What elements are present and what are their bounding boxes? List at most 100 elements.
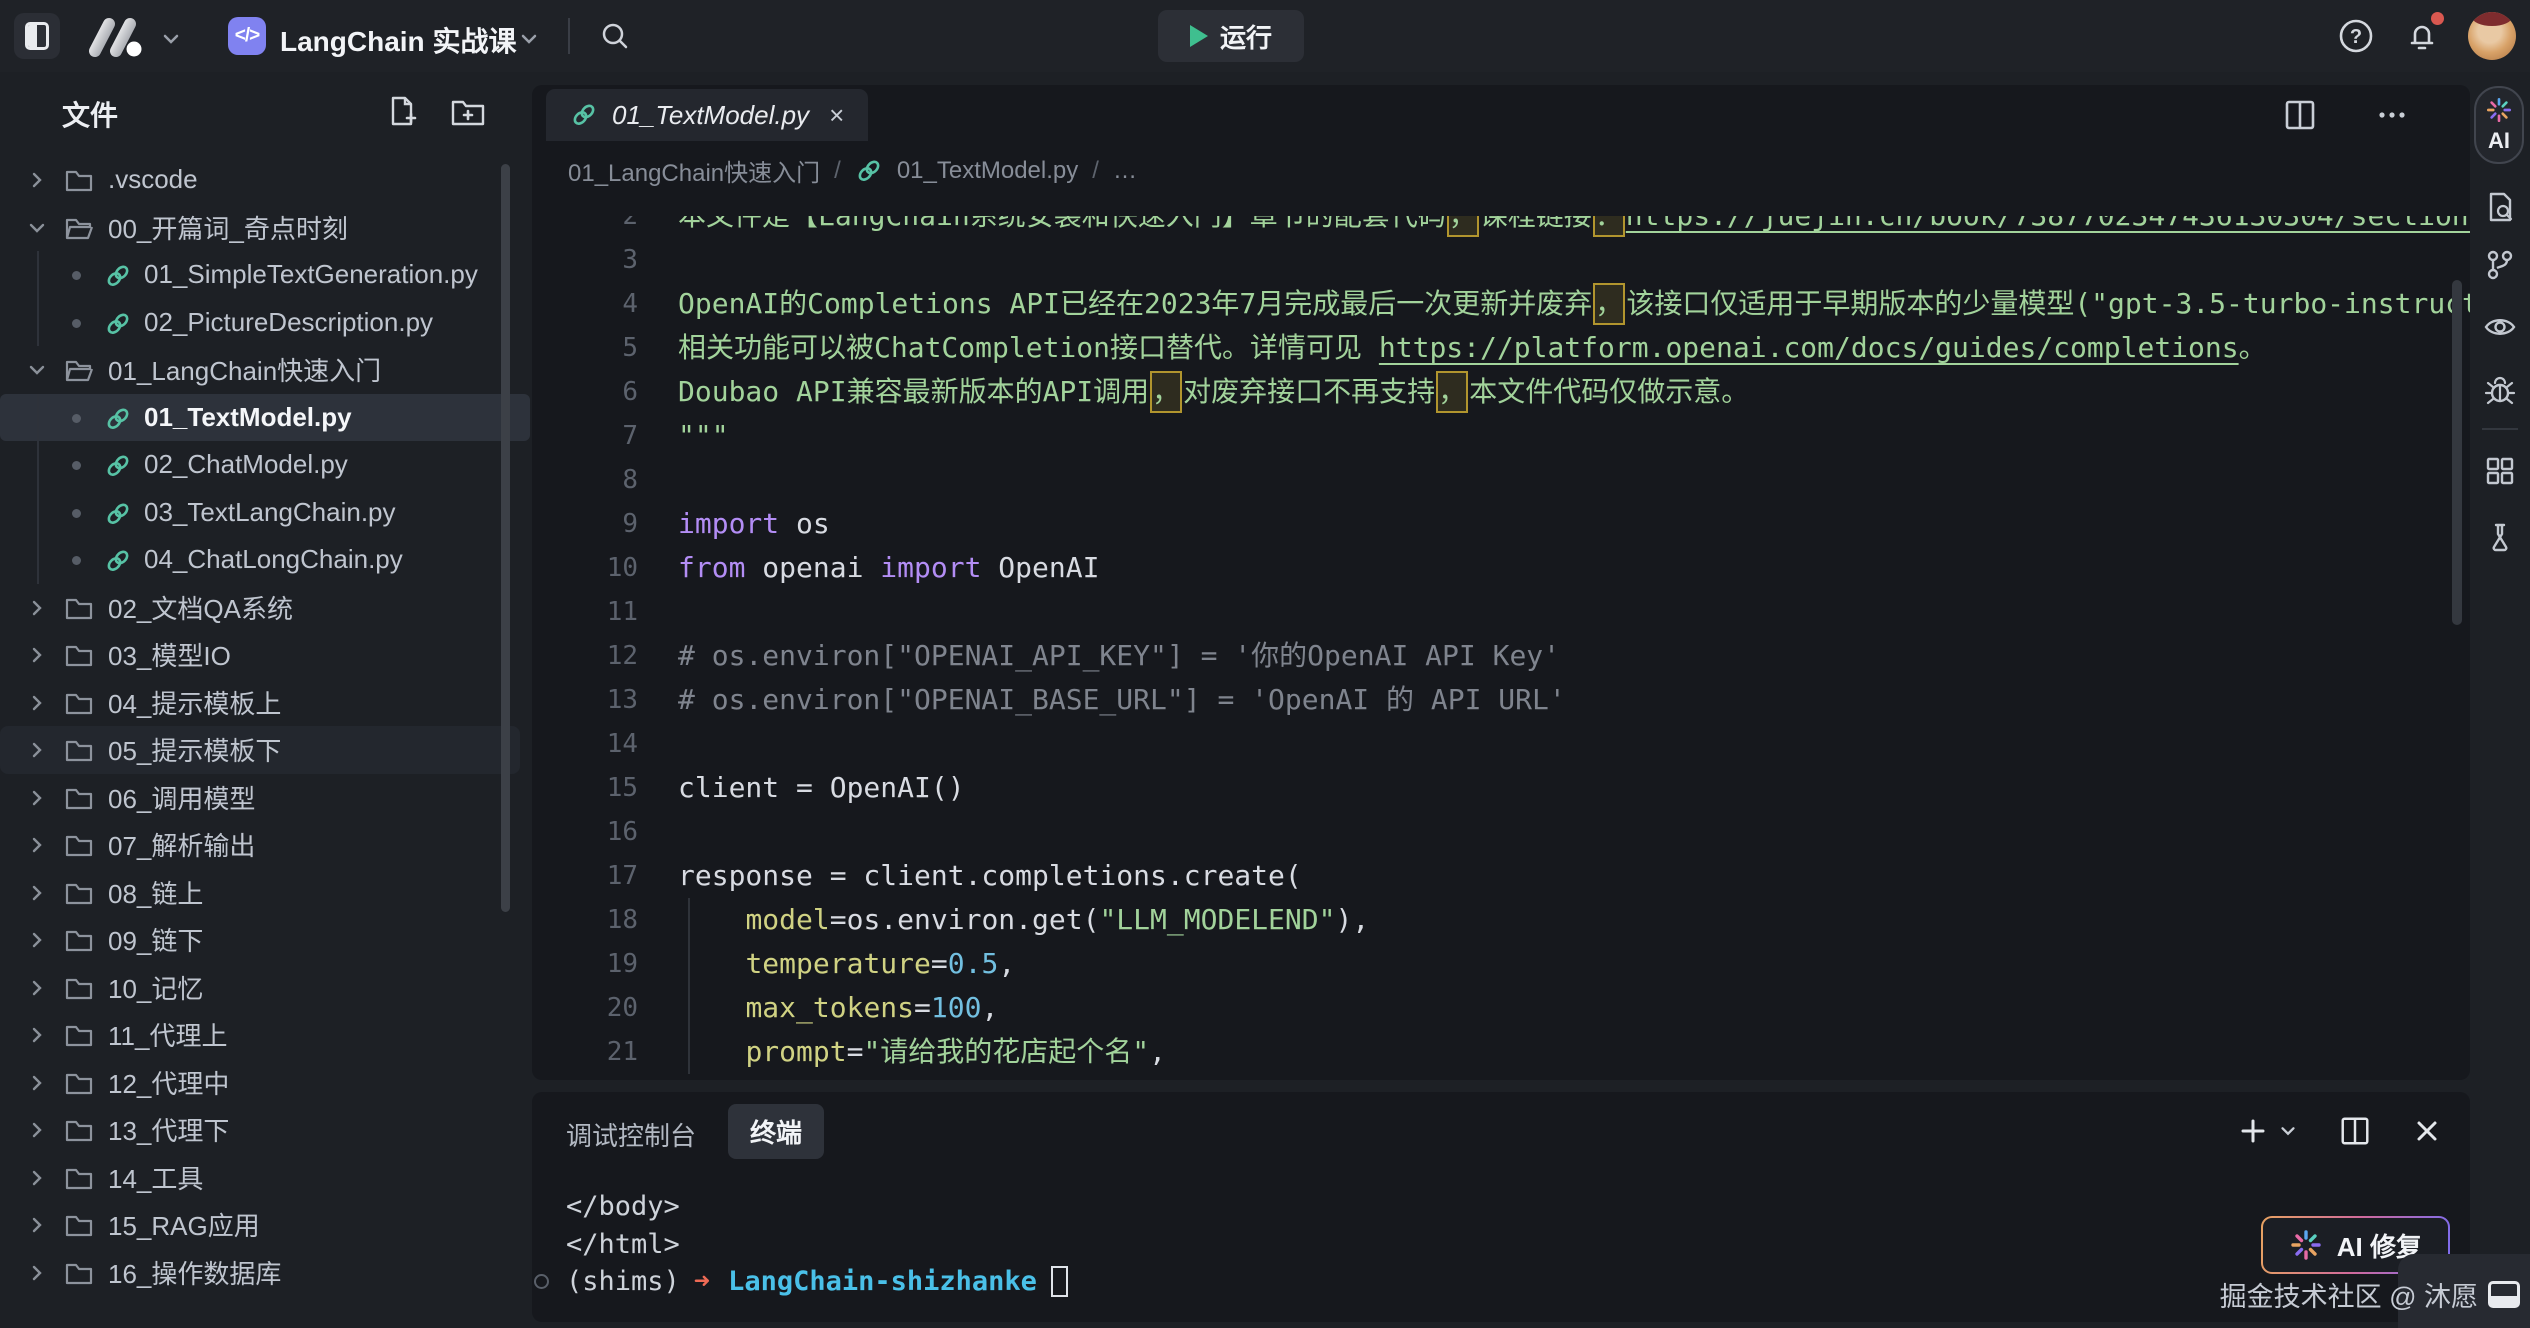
test-flask-icon[interactable] <box>2483 520 2517 554</box>
chevron-right-icon[interactable] <box>28 1216 46 1234</box>
extensions-grid-icon[interactable] <box>2483 454 2517 488</box>
tree-file-01_TextModel.py[interactable]: 01_TextModel.py <box>0 394 530 442</box>
code-line-14[interactable]: 14 <box>532 722 2470 766</box>
code-line-19[interactable]: 19 temperature=0.5, <box>532 942 2470 986</box>
more-actions-icon[interactable] <box>2374 97 2410 133</box>
tree-folder-06_调用模型[interactable]: 06_调用模型 <box>0 774 530 822</box>
code-line-17[interactable]: 17response = client.completions.create( <box>532 854 2470 898</box>
tree-folder-08_链上[interactable]: 08_链上 <box>0 869 530 917</box>
tree-folder-10_记忆[interactable]: 10_记忆 <box>0 964 530 1012</box>
split-panel-icon[interactable] <box>2338 1114 2372 1148</box>
source-control-icon[interactable] <box>2483 248 2517 282</box>
code-line-5[interactable]: 5相关功能可以被ChatCompletion接口替代。详情可见 https://… <box>532 326 2470 370</box>
tree-file-03_TextLangChain.py[interactable]: 03_TextLangChain.py <box>0 489 530 537</box>
code-line-4[interactable]: 4OpenAI的Completions API已经在2023年7月完成最后一次更… <box>532 282 2470 326</box>
avatar[interactable] <box>2468 12 2516 60</box>
chevron-right-icon[interactable] <box>28 741 46 759</box>
breadcrumb-item[interactable]: 01_TextModel.py <box>897 157 1078 185</box>
project-icon[interactable]: </> <box>228 17 266 55</box>
code-line-11[interactable]: 11 <box>532 590 2470 634</box>
tree-folder-01_LangChain快速入门[interactable]: 01_LangChain快速入门 <box>0 346 530 394</box>
chevron-right-icon[interactable] <box>28 171 46 189</box>
tree-folder-04_提示模板上[interactable]: 04_提示模板上 <box>0 679 530 727</box>
chevron-right-icon[interactable] <box>28 599 46 617</box>
chevron-down-icon[interactable] <box>28 361 46 379</box>
file-search-icon[interactable] <box>2483 190 2517 224</box>
code-line-10[interactable]: 10from openai import OpenAI <box>532 546 2470 590</box>
split-editor-icon[interactable] <box>2282 97 2318 133</box>
run-button[interactable]: 运行 <box>1158 10 1304 62</box>
chevron-right-icon[interactable] <box>28 836 46 854</box>
new-terminal-button[interactable] <box>2236 1114 2298 1148</box>
code-area[interactable]: 2本文件是【LangChain系统安装和快速入门】章节的配套代码，课程链接：ht… <box>532 216 2470 1080</box>
notifications-bell-icon[interactable] <box>2402 16 2442 56</box>
code-line-2[interactable]: 2本文件是【LangChain系统安装和快速入门】章节的配套代码，课程链接：ht… <box>532 216 2470 238</box>
preview-eye-icon[interactable] <box>2482 310 2518 344</box>
tree-folder-03_模型IO[interactable]: 03_模型IO <box>0 631 530 679</box>
tree-folder-14_工具[interactable]: 14_工具 <box>0 1154 530 1202</box>
tree-file-02_PictureDescription.py[interactable]: 02_PictureDescription.py <box>0 299 530 347</box>
code-line-13[interactable]: 13# os.environ["OPENAI_BASE_URL"] = 'Ope… <box>532 678 2470 722</box>
code-line-6[interactable]: 6Doubao API兼容最新版本的API调用，对废弃接口不再支持，本文件代码仅… <box>532 370 2470 414</box>
breadcrumb-item[interactable]: 01_LangChain快速入门 <box>568 153 820 188</box>
close-panel-icon[interactable] <box>2412 1116 2442 1146</box>
search-icon[interactable] <box>598 20 632 54</box>
code-line-12[interactable]: 12# os.environ["OPENAI_API_KEY"] = '你的Op… <box>532 634 2470 678</box>
tree-folder-16_操作数据库[interactable]: 16_操作数据库 <box>0 1249 530 1297</box>
sidebar-scrollbar[interactable] <box>501 164 510 912</box>
code-line-16[interactable]: 16 <box>532 810 2470 854</box>
terminal-prompt[interactable]: (shims) ➜ LangChain-shizhanke <box>566 1263 1068 1301</box>
tab-close-icon[interactable]: × <box>829 100 844 131</box>
chevron-right-icon[interactable] <box>28 789 46 807</box>
tree-folder-02_文档QA系统[interactable]: 02_文档QA系统 <box>0 584 530 632</box>
tab-debug-console[interactable]: 调试控制台 <box>566 1116 696 1153</box>
app-logo-icon[interactable] <box>86 16 144 58</box>
breadcrumb-item[interactable]: … <box>1113 157 1137 185</box>
editor-tab[interactable]: 01_TextModel.py × <box>546 89 868 141</box>
chevron-right-icon[interactable] <box>28 884 46 902</box>
tree-folder-00_开篇词_奇点时刻[interactable]: 00_开篇词_奇点时刻 <box>0 204 530 252</box>
chevron-right-icon[interactable] <box>28 694 46 712</box>
tree-file-02_ChatModel.py[interactable]: 02_ChatModel.py <box>0 441 530 489</box>
code-line-21[interactable]: 21 prompt="请给我的花店起个名", <box>532 1030 2470 1074</box>
new-file-icon[interactable] <box>384 94 418 128</box>
breadcrumb[interactable]: 01_LangChain快速入门/01_TextModel.py/… <box>568 153 1137 188</box>
chevron-right-icon[interactable] <box>28 1264 46 1282</box>
code-line-3[interactable]: 3 <box>532 238 2470 282</box>
chevron-right-icon[interactable] <box>28 931 46 949</box>
debug-bug-icon[interactable] <box>2483 374 2517 408</box>
tab-terminal[interactable]: 终端 <box>728 1104 824 1159</box>
chevron-right-icon[interactable] <box>28 1121 46 1139</box>
chevron-right-icon[interactable] <box>28 1026 46 1044</box>
tree-file-01_SimpleTextGeneration.py[interactable]: 01_SimpleTextGeneration.py <box>0 251 530 299</box>
code-line-7[interactable]: 7""" <box>532 414 2470 458</box>
code-line-20[interactable]: 20 max_tokens=100, <box>532 986 2470 1030</box>
chevron-right-icon[interactable] <box>28 979 46 997</box>
tree-folder-05_提示模板下[interactable]: 05_提示模板下 <box>0 726 520 774</box>
tree-folder-13_代理下[interactable]: 13_代理下 <box>0 1106 530 1154</box>
project-chevron-down-icon[interactable] <box>518 28 540 50</box>
sidebar-toggle-button[interactable] <box>14 13 60 59</box>
chevron-down-icon[interactable] <box>28 219 46 237</box>
project-title[interactable]: LangChain 实战课 <box>280 20 516 60</box>
help-icon[interactable]: ? <box>2336 16 2376 56</box>
tree-folder-12_代理中[interactable]: 12_代理中 <box>0 1059 530 1107</box>
tree-file-04_ChatLongChain.py[interactable]: 04_ChatLongChain.py <box>0 536 530 584</box>
code-line-18[interactable]: 18 model=os.environ.get("LLM_MODELEND"), <box>532 898 2470 942</box>
chevron-right-icon[interactable] <box>28 646 46 664</box>
editor-vertical-scrollbar[interactable] <box>2452 280 2462 625</box>
chevron-right-icon[interactable] <box>28 1074 46 1092</box>
code-line-15[interactable]: 15client = OpenAI() <box>532 766 2470 810</box>
new-folder-icon[interactable] <box>450 94 486 128</box>
tree-folder-09_链下[interactable]: 09_链下 <box>0 916 530 964</box>
tree-folder-15_RAG应用[interactable]: 15_RAG应用 <box>0 1201 530 1249</box>
terminal-output[interactable]: </body></html> (shims) ➜ LangChain-shizh… <box>566 1188 1068 1301</box>
chevron-right-icon[interactable] <box>28 1169 46 1187</box>
code-line-8[interactable]: 8 <box>532 458 2470 502</box>
tree-folder-.vscode[interactable]: .vscode <box>0 156 530 204</box>
code-line-9[interactable]: 9import os <box>532 502 2470 546</box>
tree-folder-07_解析输出[interactable]: 07_解析输出 <box>0 821 530 869</box>
ai-assistant-button[interactable]: AI <box>2474 86 2524 164</box>
logo-chevron-down-icon[interactable] <box>160 28 182 50</box>
tree-folder-11_代理上[interactable]: 11_代理上 <box>0 1011 530 1059</box>
